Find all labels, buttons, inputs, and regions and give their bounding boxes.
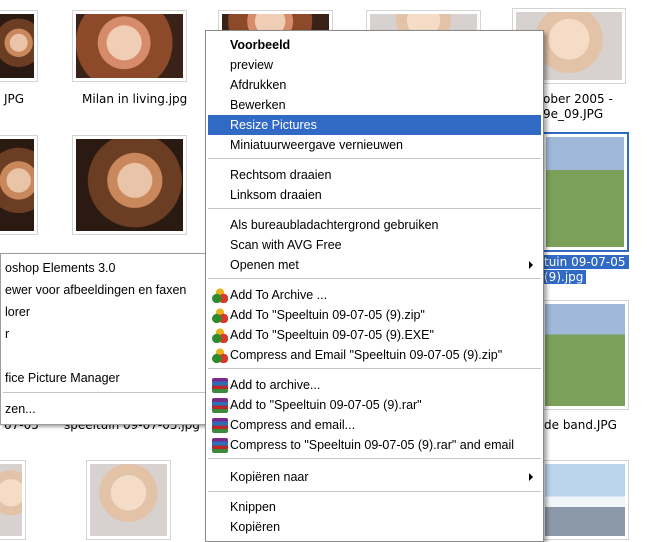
submenu-separator <box>3 392 206 394</box>
menu-separator <box>208 491 541 493</box>
menu-item-resize-pictures[interactable]: Resize Pictures <box>208 115 541 135</box>
menu-separator <box>208 278 541 280</box>
menu-item-winrar-compress-rar-email[interactable]: Compress to "Speeltuin 09-07-05 (9).rar"… <box>208 435 541 455</box>
menu-item-refresh-thumbnail[interactable]: Miniatuurweergave vernieuwen <box>208 135 541 155</box>
winzip-icon <box>212 348 228 363</box>
menu-item-scan-avg[interactable]: Scan with AVG Free <box>208 235 541 255</box>
winzip-icon <box>212 308 228 323</box>
menu-item-cut[interactable]: Knippen <box>208 497 541 517</box>
menu-item-label: Compress to "Speeltuin 09-07-05 (9).rar"… <box>230 438 515 452</box>
menu-item-label: Voorbeeld <box>230 38 291 52</box>
menu-separator <box>208 208 541 210</box>
thumbnail-caption: JPG <box>4 92 25 106</box>
menu-separator <box>208 158 541 160</box>
menu-item-label: Kopiëren <box>230 520 281 534</box>
thumbnail[interactable] <box>541 460 629 540</box>
submenu-item-choose-program[interactable]: zen... <box>5 399 36 419</box>
selected-thumbnail-caption: tuin 09-07-05 <box>541 255 629 269</box>
menu-item-label: Miniatuurweergave vernieuwen <box>230 138 404 152</box>
thumbnail[interactable] <box>72 135 187 235</box>
context-menu: Voorbeeld preview Afdrukken Bewerken Res… <box>205 30 544 542</box>
menu-item-label: Rechtsom draaien <box>230 168 332 182</box>
menu-item-winzip-compress-email[interactable]: Compress and Email "Speeltuin 09-07-05 (… <box>208 345 541 365</box>
thumbnail-image <box>0 14 34 78</box>
submenu-item[interactable]: oshop Elements 3.0 <box>5 258 116 278</box>
menu-item-label: Add To "Speeltuin 09-07-05 (9).EXE" <box>230 328 434 342</box>
thumbnail-caption: Milan in living.jpg <box>82 92 188 106</box>
menu-item-label: Afdrukken <box>230 78 287 92</box>
thumbnail[interactable] <box>541 300 629 410</box>
open-with-submenu: oshop Elements 3.0 ewer voor afbeeldinge… <box>0 253 209 425</box>
thumbnail-image <box>546 137 624 247</box>
selected-thumbnail[interactable] <box>541 132 629 252</box>
submenu-arrow-icon <box>529 261 533 269</box>
menu-item-label: Compress and email... <box>230 418 356 432</box>
menu-item-print[interactable]: Afdrukken <box>208 75 541 95</box>
menu-separator <box>208 368 541 370</box>
menu-item-label: Bewerken <box>230 98 286 112</box>
thumbnail-image <box>545 304 625 406</box>
menu-item-label: Kopiëren naar <box>230 470 309 484</box>
menu-item-label: Als bureaubladachtergrond gebruiken <box>230 218 439 232</box>
thumbnail-caption: 9e_09.JPG <box>543 107 604 121</box>
winzip-icon <box>212 328 228 343</box>
winrar-icon <box>212 398 228 413</box>
thumbnail-caption: ober 2005 - <box>543 92 613 106</box>
menu-item-winzip-add-exe[interactable]: Add To "Speeltuin 09-07-05 (9).EXE" <box>208 325 541 345</box>
menu-item-label: Linksom draaien <box>230 188 322 202</box>
menu-item-copy[interactable]: Kopiëren <box>208 517 541 537</box>
menu-item-set-desktop-background[interactable]: Als bureaubladachtergrond gebruiken <box>208 215 541 235</box>
menu-item-label: Resize Pictures <box>230 118 317 132</box>
thumbnail-image <box>545 464 625 536</box>
thumbnail-image <box>370 14 477 30</box>
thumbnail-image <box>0 139 34 231</box>
menu-item-label: Scan with AVG Free <box>230 238 342 252</box>
menu-item-label: Add to archive... <box>230 378 321 392</box>
menu-item-edit[interactable]: Bewerken <box>208 95 541 115</box>
menu-item-rotate-counterclockwise[interactable]: Linksom draaien <box>208 185 541 205</box>
menu-item-rotate-clockwise[interactable]: Rechtsom draaien <box>208 165 541 185</box>
thumbnail[interactable] <box>0 10 38 82</box>
thumbnail[interactable] <box>0 135 38 235</box>
winrar-icon <box>212 438 228 453</box>
menu-item-copy-to[interactable]: Kopiëren naar <box>208 467 541 487</box>
thumbnail-image <box>76 139 183 231</box>
menu-item-label: Add to "Speeltuin 09-07-05 (9).rar" <box>230 398 422 412</box>
menu-item-label: preview <box>230 58 274 72</box>
menu-item-preview-default[interactable]: Voorbeeld <box>208 35 541 55</box>
thumbnail[interactable] <box>86 460 171 540</box>
menu-item-winrar-compress-email[interactable]: Compress and email... <box>208 415 541 435</box>
thumbnail-image <box>222 14 329 30</box>
menu-item-winzip-add-archive[interactable]: Add To Archive ... <box>208 285 541 305</box>
winrar-icon <box>212 378 228 393</box>
menu-separator <box>208 458 541 460</box>
thumbnail[interactable] <box>0 460 26 540</box>
thumbnail-image <box>76 14 183 78</box>
selected-thumbnail-caption: (9).jpg <box>541 270 587 284</box>
winrar-icon <box>212 418 228 433</box>
submenu-item[interactable]: r <box>5 324 9 344</box>
thumbnail-image <box>90 464 167 536</box>
menu-item-label: Openen met <box>230 258 299 272</box>
menu-item-label: Compress and Email "Speeltuin 09-07-05 (… <box>230 348 503 362</box>
winzip-icon <box>212 288 228 303</box>
menu-item-winrar-add-archive[interactable]: Add to archive... <box>208 375 541 395</box>
submenu-item[interactable]: ewer voor afbeeldingen en faxen <box>5 280 186 300</box>
menu-item-label: Add To "Speeltuin 09-07-05 (9).zip" <box>230 308 425 322</box>
thumbnail[interactable] <box>72 10 187 82</box>
menu-item-winzip-add-zip[interactable]: Add To "Speeltuin 09-07-05 (9).zip" <box>208 305 541 325</box>
submenu-item[interactable]: fice Picture Manager <box>5 368 120 388</box>
thumbnail-caption: de band.JPG <box>544 418 617 432</box>
menu-item-winrar-add-rar[interactable]: Add to "Speeltuin 09-07-05 (9).rar" <box>208 395 541 415</box>
thumbnail-image <box>0 464 22 536</box>
submenu-arrow-icon <box>529 473 533 481</box>
menu-item-preview[interactable]: preview <box>208 55 541 75</box>
menu-item-label: Add To Archive ... <box>230 288 328 302</box>
submenu-item[interactable]: lorer <box>5 302 30 322</box>
menu-item-label: Knippen <box>230 500 276 514</box>
menu-item-open-with[interactable]: Openen met <box>208 255 541 275</box>
